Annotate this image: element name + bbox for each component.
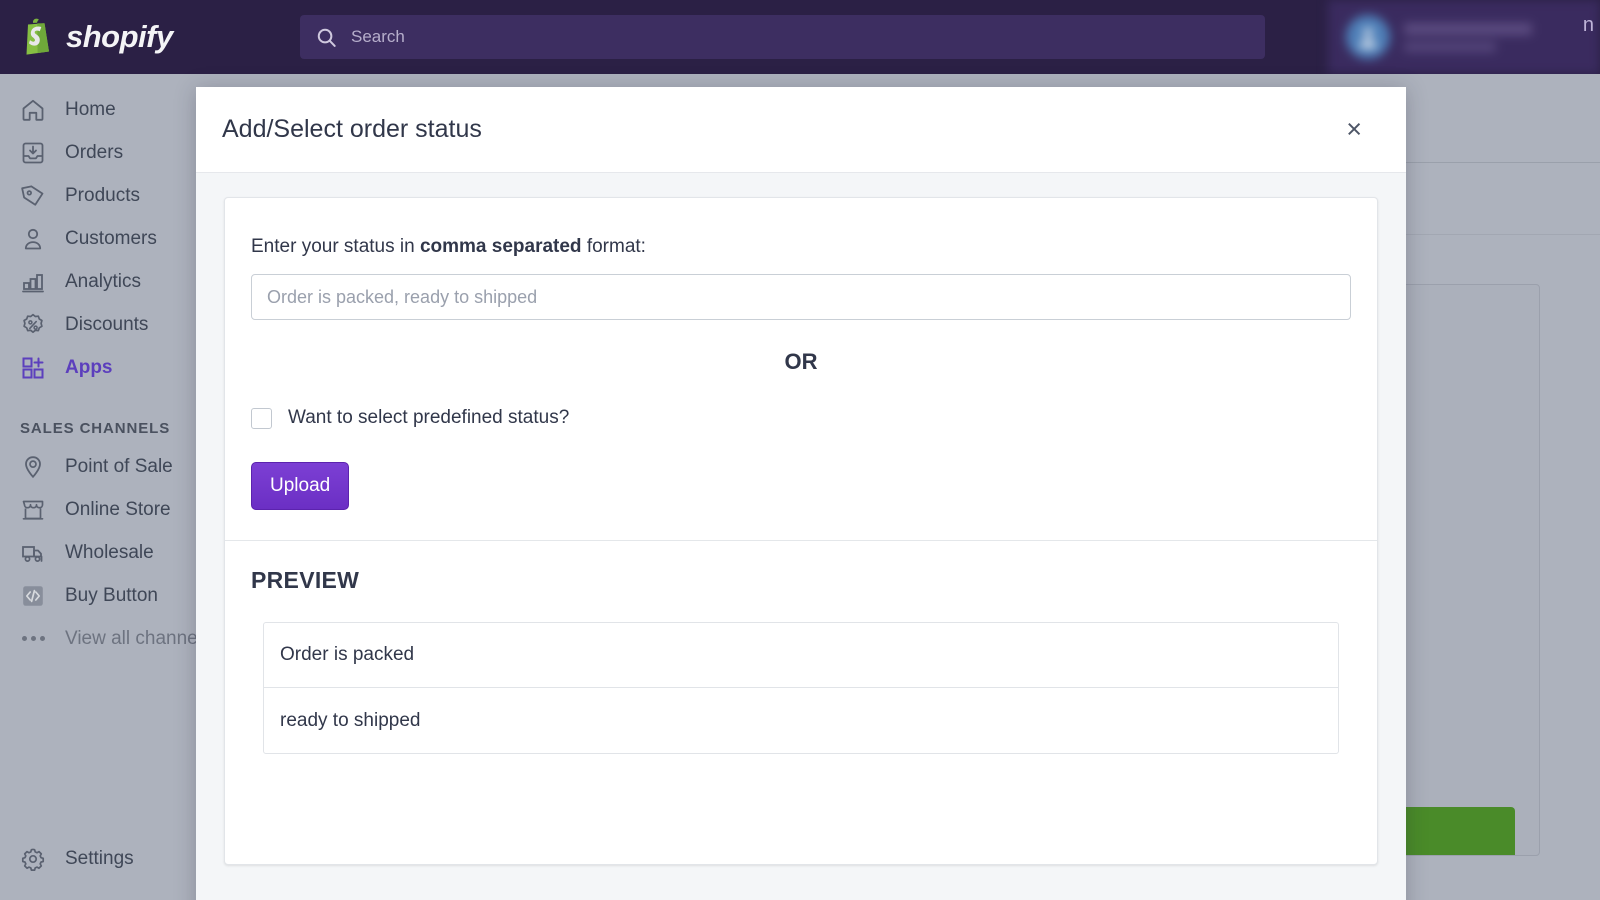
- discount-percent-icon: [23, 313, 43, 333]
- code-brackets-icon: [23, 585, 43, 606]
- add-select-order-status-modal: Add/Select order status × Enter your sta…: [196, 87, 1406, 900]
- sidebar-item-label: View all channels: [65, 627, 212, 649]
- bar-chart-icon: [22, 273, 44, 292]
- brand-logo[interactable]: shopify: [0, 0, 300, 74]
- modal-inner-card: Enter your status in comma separated for…: [224, 197, 1378, 865]
- app-root: shopify Search n Home Orders Products Cu…: [0, 0, 1600, 900]
- location-pin-icon: [25, 455, 41, 478]
- sidebar-item-label: Discounts: [65, 313, 149, 335]
- sidebar-item-label: Apps: [65, 356, 113, 378]
- modal-title: Add/Select order status: [222, 115, 482, 143]
- search-placeholder: Search: [351, 27, 405, 46]
- sidebar-item-label: Products: [65, 184, 140, 206]
- label-emphasis: comma separated: [419, 236, 582, 257]
- storefront-icon: [22, 500, 44, 520]
- sidebar-item-label: Customers: [65, 227, 157, 249]
- profile-text: [1404, 22, 1532, 52]
- label-prefix: Enter your status in: [251, 236, 420, 257]
- predefined-status-checkbox[interactable]: [251, 407, 272, 429]
- person-icon: [24, 228, 42, 249]
- status-input-label: Enter your status in comma separated for…: [251, 236, 1351, 258]
- truck-icon: [22, 545, 43, 562]
- gear-icon: [21, 848, 45, 871]
- sidebar-item-label: Home: [65, 98, 116, 120]
- preview-heading: PREVIEW: [251, 567, 360, 593]
- sidebar-item-label: Settings: [65, 847, 134, 869]
- shopify-bag-icon: [26, 18, 49, 55]
- preview-list: Order is packed ready to shipped: [263, 622, 1339, 754]
- list-item[interactable]: Order is packed: [264, 623, 1338, 688]
- profile-user-name: [1404, 41, 1496, 52]
- sidebar-item-label: Wholesale: [65, 541, 154, 563]
- user-avatar-icon: [1359, 28, 1377, 48]
- brand-name: shopify: [66, 19, 173, 54]
- upload-button[interactable]: Upload: [251, 462, 350, 510]
- tag-icon: [21, 184, 44, 206]
- sidebar-item-label: Point of Sale: [65, 455, 173, 477]
- close-icon[interactable]: ×: [1340, 112, 1368, 147]
- modal-body: Enter your status in comma separated for…: [196, 173, 1406, 900]
- apps-grid-plus-icon: [22, 357, 44, 378]
- label-suffix: format:: [581, 236, 646, 257]
- topbar-edge-text: n: [1582, 14, 1594, 36]
- predefined-status-row: Want to select predefined status?: [251, 407, 1351, 429]
- preview-section: PREVIEW Order is packed ready to shipped: [225, 541, 1377, 754]
- sidebar-item-label: Buy Button: [65, 584, 158, 606]
- user-profile-menu[interactable]: [1328, 0, 1600, 74]
- ellipsis-icon: [20, 636, 46, 641]
- sidebar-item-label: Orders: [65, 141, 124, 163]
- profile-store-name: [1404, 22, 1532, 35]
- top-bar: shopify Search n: [0, 0, 1600, 74]
- search-input[interactable]: Search: [300, 15, 1265, 59]
- status-form-section: Enter your status in comma separated for…: [225, 198, 1377, 541]
- search-icon: [317, 28, 336, 47]
- home-icon: [22, 99, 44, 121]
- sidebar-item-label: Online Store: [65, 498, 171, 520]
- sidebar-item-label: Analytics: [65, 270, 142, 292]
- status-input[interactable]: [251, 274, 1351, 320]
- orders-inbox-icon: [22, 142, 44, 163]
- modal-header: Add/Select order status ×: [196, 87, 1406, 173]
- list-item[interactable]: ready to shipped: [264, 688, 1338, 753]
- or-separator-text: OR: [784, 349, 818, 374]
- avatar: [1346, 15, 1390, 59]
- predefined-status-label: Want to select predefined status?: [288, 407, 570, 428]
